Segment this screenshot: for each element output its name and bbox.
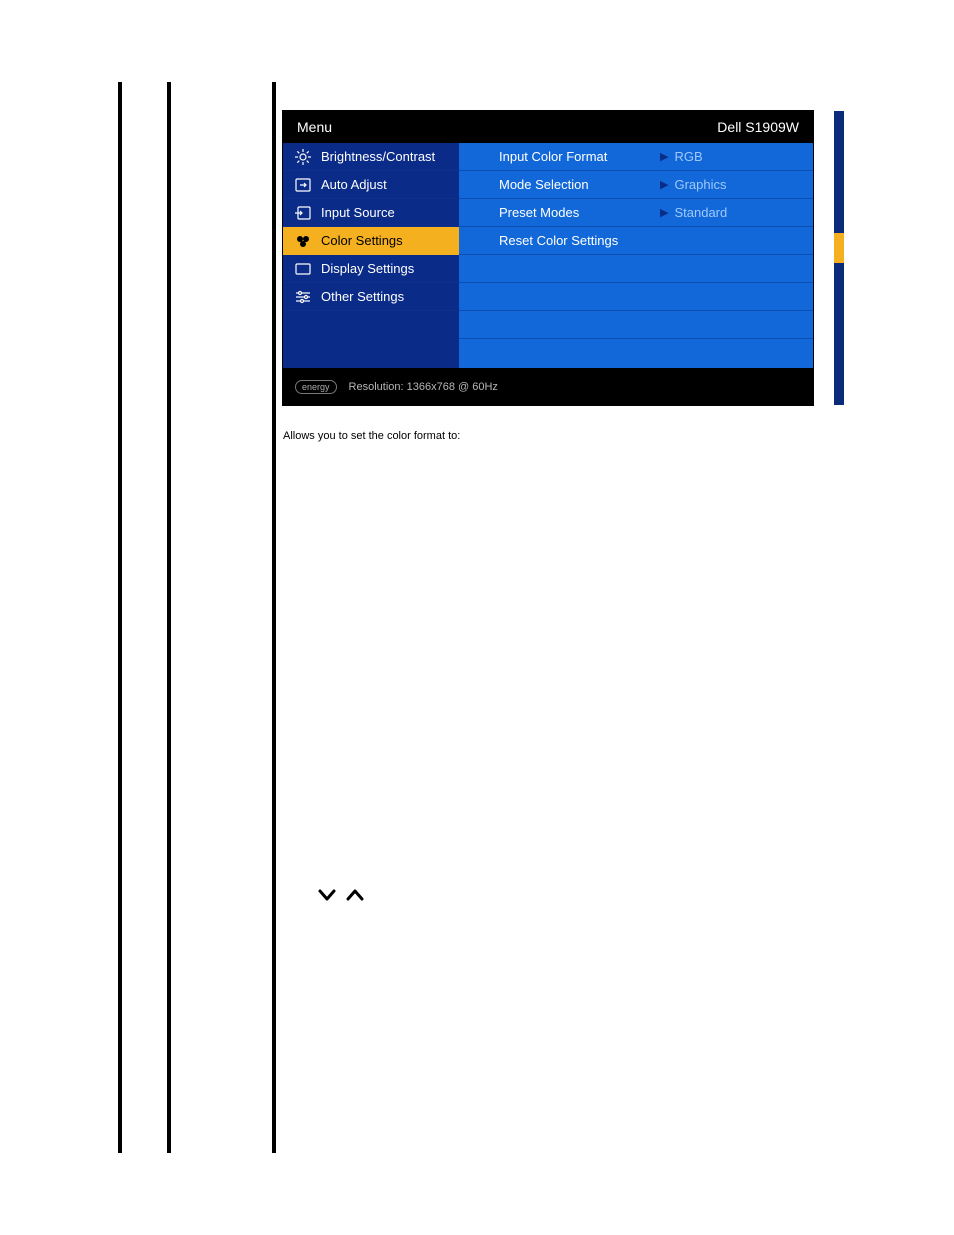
chevron-right-icon: ▶ <box>660 206 668 219</box>
submenu-value: RGB <box>674 149 702 164</box>
submenu-empty <box>459 283 813 311</box>
menu-item-other-settings[interactable]: Other Settings <box>283 283 459 311</box>
osd-model: Dell S1909W <box>717 119 799 135</box>
caption-text: Allows you to set the color format to: <box>283 430 460 442</box>
chevron-right-icon: ▶ <box>660 178 668 191</box>
osd-left-menu: Brightness/Contrast Auto Adjust Input So… <box>283 143 459 368</box>
color-settings-icon <box>295 234 311 248</box>
chevron-down-icon[interactable] <box>318 888 336 902</box>
submenu-empty <box>459 339 813 367</box>
vertical-rule-3 <box>272 82 276 1153</box>
osd-panel: Menu Dell S1909W Brightness/Contrast Aut… <box>283 111 813 405</box>
nav-chevrons <box>318 888 364 902</box>
menu-item-label: Display Settings <box>321 261 414 276</box>
osd-header: Menu Dell S1909W <box>283 111 813 143</box>
chevron-right-icon: ▶ <box>660 150 668 163</box>
submenu-value: Graphics <box>674 177 726 192</box>
submenu-preset-modes[interactable]: Preset Modes ▶ Standard <box>459 199 813 227</box>
menu-item-label: Brightness/Contrast <box>321 149 435 164</box>
brightness-icon <box>295 149 311 165</box>
display-settings-icon <box>295 262 311 276</box>
menu-item-display-settings[interactable]: Display Settings <box>283 255 459 283</box>
osd-title: Menu <box>297 119 332 135</box>
submenu-label: Preset Modes <box>499 205 654 220</box>
submenu-reset-color-settings[interactable]: Reset Color Settings <box>459 227 813 255</box>
menu-item-label: Input Source <box>321 205 395 220</box>
submenu-label: Reset Color Settings <box>499 233 654 248</box>
second-osd-sliver <box>834 111 844 405</box>
vertical-rule-2 <box>167 82 171 1153</box>
submenu-input-color-format[interactable]: Input Color Format ▶ RGB <box>459 143 813 171</box>
submenu-label: Mode Selection <box>499 177 654 192</box>
menu-item-color-settings[interactable]: Color Settings <box>283 227 459 255</box>
chevron-up-icon[interactable] <box>346 888 364 902</box>
osd-right-panel: Input Color Format ▶ RGB Mode Selection … <box>459 143 813 368</box>
menu-item-input-source[interactable]: Input Source <box>283 199 459 227</box>
submenu-label: Input Color Format <box>499 149 654 164</box>
auto-adjust-icon <box>295 178 311 192</box>
osd-footer: energy Resolution: 1366x768 @ 60Hz <box>283 368 813 405</box>
submenu-empty <box>459 311 813 339</box>
sliver-highlight <box>834 233 844 263</box>
menu-item-label: Color Settings <box>321 233 403 248</box>
input-source-icon <box>295 206 311 220</box>
menu-item-label: Auto Adjust <box>321 177 387 192</box>
menu-item-label: Other Settings <box>321 289 404 304</box>
menu-item-auto-adjust[interactable]: Auto Adjust <box>283 171 459 199</box>
submenu-mode-selection[interactable]: Mode Selection ▶ Graphics <box>459 171 813 199</box>
energy-star-icon: energy <box>295 380 337 394</box>
footer-resolution: Resolution: 1366x768 @ 60Hz <box>349 381 498 393</box>
submenu-empty <box>459 255 813 283</box>
osd-body: Brightness/Contrast Auto Adjust Input So… <box>283 143 813 368</box>
vertical-rule-1 <box>118 82 122 1153</box>
menu-item-brightness-contrast[interactable]: Brightness/Contrast <box>283 143 459 171</box>
submenu-value: Standard <box>674 205 727 220</box>
other-settings-icon <box>295 290 311 304</box>
